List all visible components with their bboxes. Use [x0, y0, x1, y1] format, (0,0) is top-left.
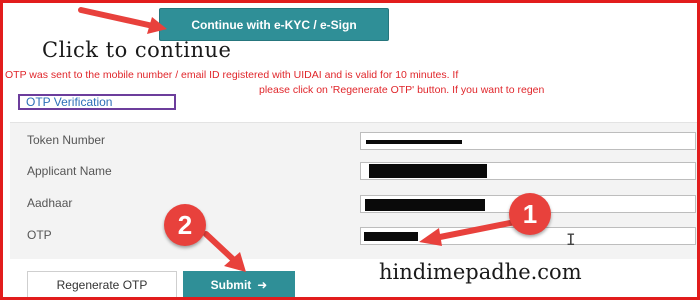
token-redaction [366, 140, 462, 144]
applicant-name-label: Applicant Name [27, 164, 112, 178]
text-cursor-icon: I [566, 230, 576, 249]
otp-verification-heading: OTP Verification [18, 94, 176, 110]
pointer-arrow-to-submit [203, 231, 246, 272]
aadhaar-label: Aadhaar [27, 196, 73, 210]
step-1-badge: 1 [509, 193, 551, 235]
step-2-badge: 2 [164, 204, 206, 246]
otp-info-line-1: OTP was sent to the mobile number / emai… [5, 69, 459, 81]
token-number-field[interactable] [360, 132, 696, 150]
otp-redaction [364, 232, 418, 241]
pointer-arrow-to-kyc [78, 7, 167, 34]
otp-label: OTP [27, 228, 52, 242]
continue-ekyc-button[interactable]: Continue with e-KYC / e-Sign [159, 8, 389, 41]
regenerate-otp-button[interactable]: Regenerate OTP [27, 271, 177, 298]
submit-button-label: Submit [210, 277, 252, 292]
click-to-continue-annotation: Click to continue [42, 38, 232, 62]
applicant-name-redaction [369, 164, 487, 178]
site-watermark: hindimepadhe.com [379, 260, 582, 284]
applicant-name-field[interactable] [360, 162, 696, 180]
aadhaar-redaction [365, 199, 485, 211]
token-number-label: Token Number [27, 133, 106, 147]
arrow-right-icon: ➜ [257, 277, 268, 292]
